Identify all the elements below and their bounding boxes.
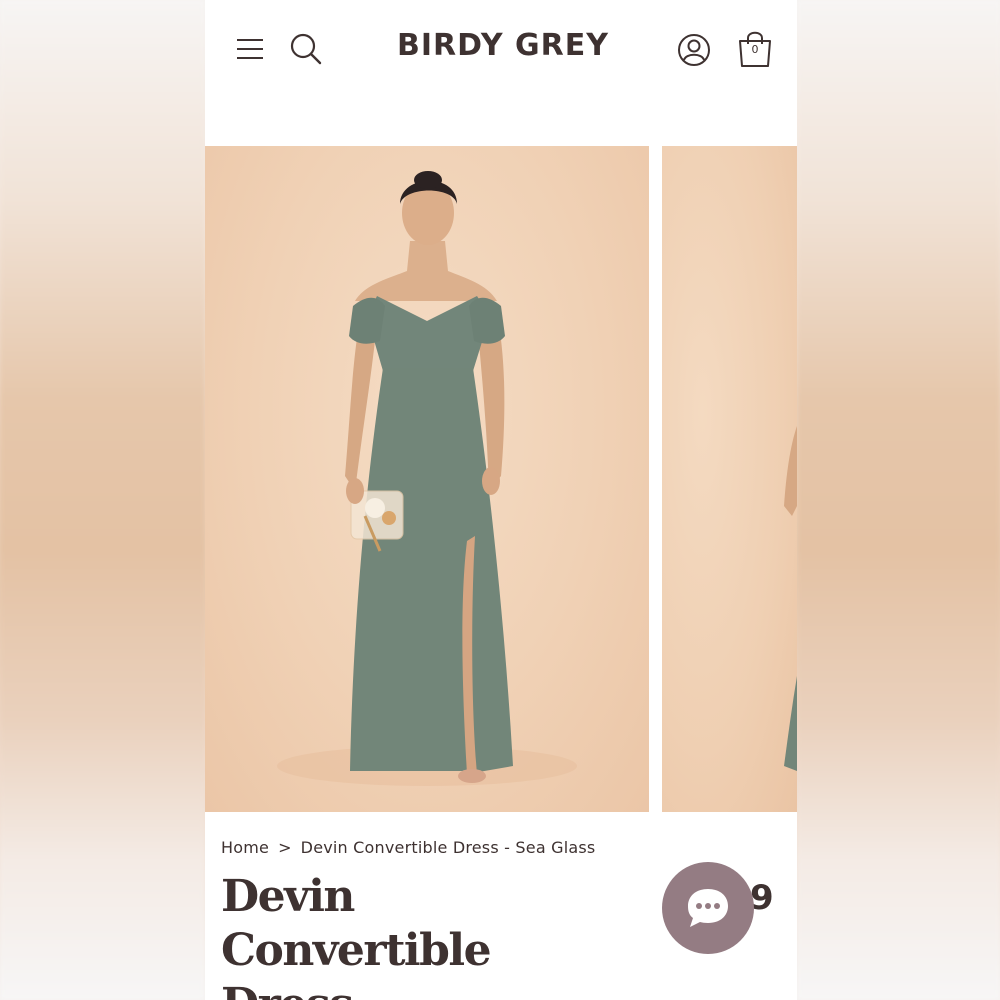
mobile-page: BIRDY GREY 0 Home > Devin Convertible Dr… xyxy=(205,0,797,1000)
product-info: Home > Devin Convertible Dress - Sea Glass… xyxy=(205,812,797,1000)
model-dress-photo xyxy=(277,171,577,786)
background-right xyxy=(797,0,1000,1000)
product-title: Devin Convertible Dress xyxy=(221,870,621,1000)
product-photo-next[interactable] xyxy=(662,146,797,812)
menu-icon[interactable] xyxy=(235,37,265,61)
product-photo-main[interactable] xyxy=(205,146,649,812)
model-dress-photo-partial xyxy=(784,426,797,771)
site-header: BIRDY GREY 0 xyxy=(205,0,797,146)
product-image-gallery[interactable] xyxy=(205,146,797,812)
account-icon[interactable] xyxy=(677,33,711,67)
product-title-line2: Dress xyxy=(221,979,354,1000)
cart-count-badge: 0 xyxy=(751,43,759,56)
breadcrumb-current: Devin Convertible Dress - Sea Glass xyxy=(300,838,596,857)
product-title-line1: Devin Convertible xyxy=(221,871,492,976)
brand-logo[interactable]: BIRDY GREY xyxy=(355,28,651,63)
chat-bubble-icon xyxy=(688,889,728,927)
shopping-bag-icon[interactable]: 0 xyxy=(736,29,774,69)
breadcrumb-separator: > xyxy=(278,838,292,857)
search-icon[interactable] xyxy=(289,32,323,66)
chat-button[interactable] xyxy=(662,862,754,954)
breadcrumb-home-link[interactable]: Home xyxy=(221,838,269,857)
breadcrumb: Home > Devin Convertible Dress - Sea Glass xyxy=(221,838,595,857)
background-left xyxy=(0,0,205,1000)
